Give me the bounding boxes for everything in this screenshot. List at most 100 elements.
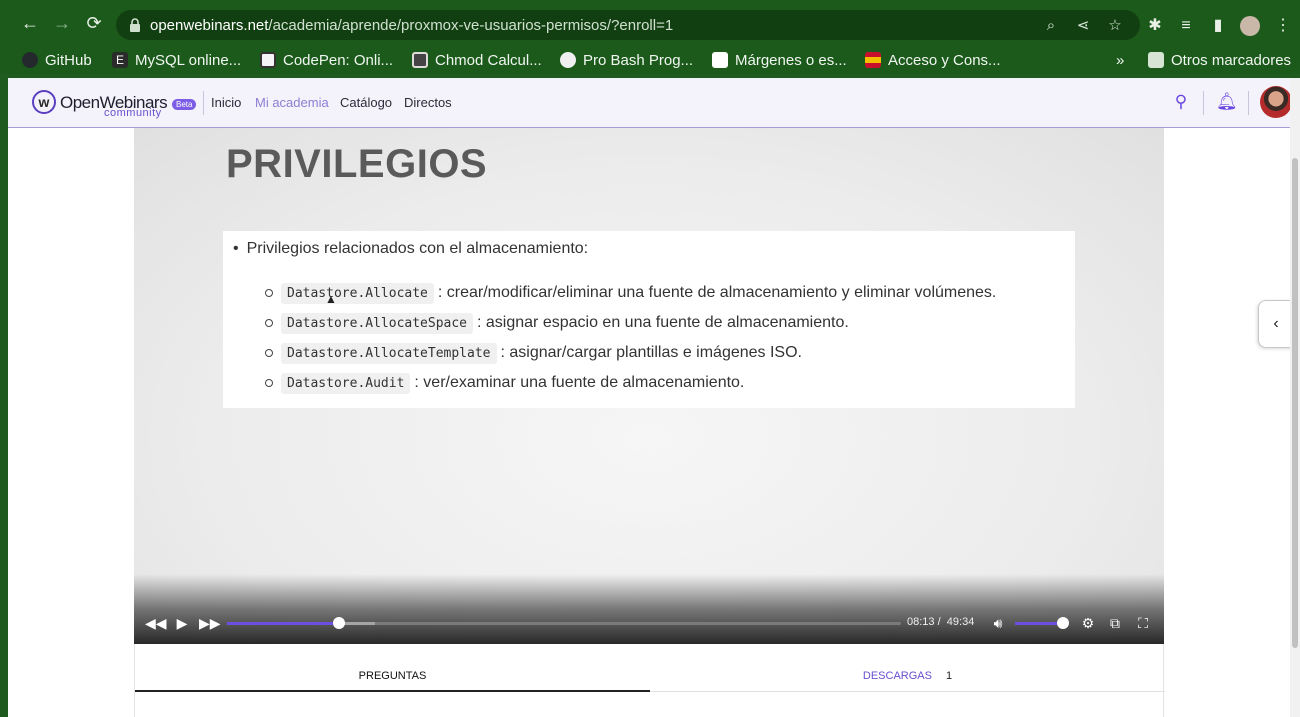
page-viewport: w OpenWebinars community Beta Inicio Mi …	[8, 78, 1290, 717]
github-icon	[22, 52, 38, 68]
share-icon[interactable]: ⋖	[1074, 17, 1092, 35]
star-icon[interactable]: ☆	[1106, 17, 1124, 35]
privilege-description: : asignar/cargar plantillas e imágenes I…	[500, 344, 802, 361]
popout-icon[interactable]: ⧉	[1105, 613, 1125, 633]
scrollbar-thumb[interactable]	[1292, 158, 1298, 648]
browser-toolbar: ← → ⟳ openwebinars.net/academia/aprende/…	[0, 0, 1300, 44]
volume-icon[interactable]: 🔊︎	[988, 613, 1008, 633]
time-separator: /	[937, 616, 941, 628]
volume-slider[interactable]	[1015, 617, 1069, 629]
bookmark-label: Pro Bash Prog...	[583, 51, 694, 69]
bookmark-label: Acceso y Cons...	[888, 51, 1001, 69]
lock-icon	[130, 18, 140, 32]
nav-directos[interactable]: Directos	[404, 95, 452, 110]
tab-count-badge: 1	[945, 670, 953, 682]
list-item: Datastore.Allocate: crear/modificar/elim…	[265, 278, 996, 308]
address-bar[interactable]: openwebinars.net/academia/aprende/proxmo…	[116, 10, 1140, 40]
nav-catalogo[interactable]: Catálogo	[340, 95, 392, 110]
tab-label: PREGUNTAS	[358, 670, 427, 682]
rewind-icon[interactable]: ◀◀	[145, 613, 167, 633]
other-bookmarks-folder[interactable]: Otros marcadores	[1148, 50, 1291, 70]
progress-knob[interactable]	[332, 617, 345, 629]
video-player[interactable]: PRIVILEGIOS Privilegios relacionados con…	[134, 128, 1164, 644]
volume-fill	[1015, 622, 1063, 625]
profile-avatar-icon[interactable]	[1240, 16, 1260, 36]
zoom-icon[interactable]: ⌕	[1042, 17, 1060, 35]
bullet-icon	[265, 379, 273, 387]
chevron-left-icon[interactable]: ‹	[1258, 300, 1290, 348]
play-icon[interactable]: ▶	[172, 613, 192, 633]
bookmark-mysql[interactable]: E MySQL online...	[112, 50, 241, 70]
nav-divider	[203, 91, 204, 115]
side-panel-icon[interactable]: ▮	[1208, 16, 1228, 36]
bookmark-label: Chmod Calcul...	[435, 51, 542, 69]
bullet-icon	[265, 289, 273, 297]
nav-inicio[interactable]: Inicio	[211, 95, 241, 110]
privilege-code: Datastore.AllocateTemplate	[281, 342, 497, 364]
privilege-code: Datastore.AllocateSpace	[281, 312, 474, 334]
chevron-icon: »	[1116, 51, 1125, 69]
menu-icon[interactable]: ⋮	[1273, 16, 1293, 36]
logo-sub: community	[104, 107, 162, 119]
list-item: Datastore.AllocateTemplate: asignar/carg…	[265, 338, 996, 368]
progress-fill	[227, 622, 339, 625]
bookmark-bash[interactable]: Pro Bash Prog...	[560, 50, 693, 70]
bullet-icon	[265, 349, 273, 357]
slide-list: Datastore.Allocate: crear/modificar/elim…	[265, 278, 996, 398]
progress-slider[interactable]	[227, 617, 901, 629]
forward-icon[interactable]: →	[52, 13, 72, 33]
url-text: openwebinars.net/academia/aprende/proxmo…	[150, 17, 674, 34]
bookmark-label: Otros marcadores	[1171, 51, 1292, 69]
mysql-icon: E	[112, 52, 128, 68]
bullet-icon	[265, 319, 273, 327]
player-controls-bar	[134, 574, 1164, 644]
tab-preguntas[interactable]: PREGUNTAS	[135, 644, 650, 692]
nav-mi-academia[interactable]: Mi academia	[255, 95, 329, 110]
page-scrollbar[interactable]	[1290, 78, 1300, 717]
reload-icon[interactable]: ⟳	[84, 13, 104, 33]
privilege-description: : ver/examinar una fuente de almacenamie…	[414, 374, 745, 391]
duration: 49:34	[946, 616, 975, 628]
bookmarks-bar: GitHub E MySQL online... CodePen: Onli...…	[0, 44, 1300, 74]
current-time: 08:13	[907, 616, 935, 628]
extensions-icon[interactable]: ✱	[1145, 16, 1165, 36]
openwebinars-logo-icon[interactable]: w	[32, 90, 56, 114]
codepen-icon	[260, 52, 276, 68]
content-tabs: PREGUNTAS DESCARGAS 1	[134, 644, 1165, 717]
avatar[interactable]	[1260, 86, 1290, 118]
settings-gear-icon[interactable]: ⚙	[1078, 613, 1098, 633]
tab-descargas[interactable]: DESCARGAS 1	[650, 644, 1165, 692]
tab-label: DESCARGAS	[862, 670, 932, 682]
page-icon	[712, 52, 728, 68]
bookmark-github[interactable]: GitHub	[22, 50, 92, 70]
privilege-description: : asignar espacio en una fuente de almac…	[477, 314, 849, 331]
bookmark-margenes[interactable]: Márgenes o es...	[712, 50, 847, 70]
slide-main-point: Privilegios relacionados con el almacena…	[233, 240, 589, 258]
time-display: 08:13 / 49:34	[907, 616, 974, 628]
more-bookmarks-button[interactable]: »	[1116, 50, 1124, 70]
media-icon[interactable]: ≡	[1176, 16, 1196, 36]
slide-content: Privilegios relacionados con el almacena…	[223, 231, 1075, 408]
site-header: w OpenWebinars community Beta Inicio Mi …	[8, 78, 1290, 128]
slide-title: PRIVILEGIOS	[226, 142, 488, 186]
privilege-code: Datastore.Audit	[281, 372, 411, 394]
bookmark-label: CodePen: Onli...	[283, 51, 394, 69]
bookmark-chmod[interactable]: Chmod Calcul...	[412, 50, 542, 70]
list-item: Datastore.AllocateSpace: asignar espacio…	[265, 308, 996, 338]
back-icon[interactable]: ←	[20, 13, 40, 33]
fullscreen-icon[interactable]: ⛶	[1133, 613, 1153, 633]
search-icon[interactable]: ⚲	[1171, 92, 1191, 112]
bookmark-label: Márgenes o es...	[735, 51, 847, 69]
fast-forward-icon[interactable]: ▶▶	[199, 613, 221, 633]
list-item: Datastore.Audit: ver/examinar una fuente…	[265, 368, 996, 398]
bell-icon[interactable]: 🔔︎	[1216, 92, 1238, 112]
bookmark-acceso[interactable]: Acceso y Cons...	[865, 50, 1001, 70]
header-divider	[1248, 91, 1249, 115]
volume-knob[interactable]	[1057, 617, 1069, 629]
bookmark-codepen[interactable]: CodePen: Onli...	[260, 50, 393, 70]
mouse-cursor-icon: ▲	[325, 292, 337, 306]
privilege-description: : crear/modificar/eliminar una fuente de…	[437, 284, 997, 301]
spain-flag-icon	[865, 52, 881, 68]
beta-badge: Beta	[172, 99, 197, 110]
bookmark-label: GitHub	[45, 51, 92, 69]
